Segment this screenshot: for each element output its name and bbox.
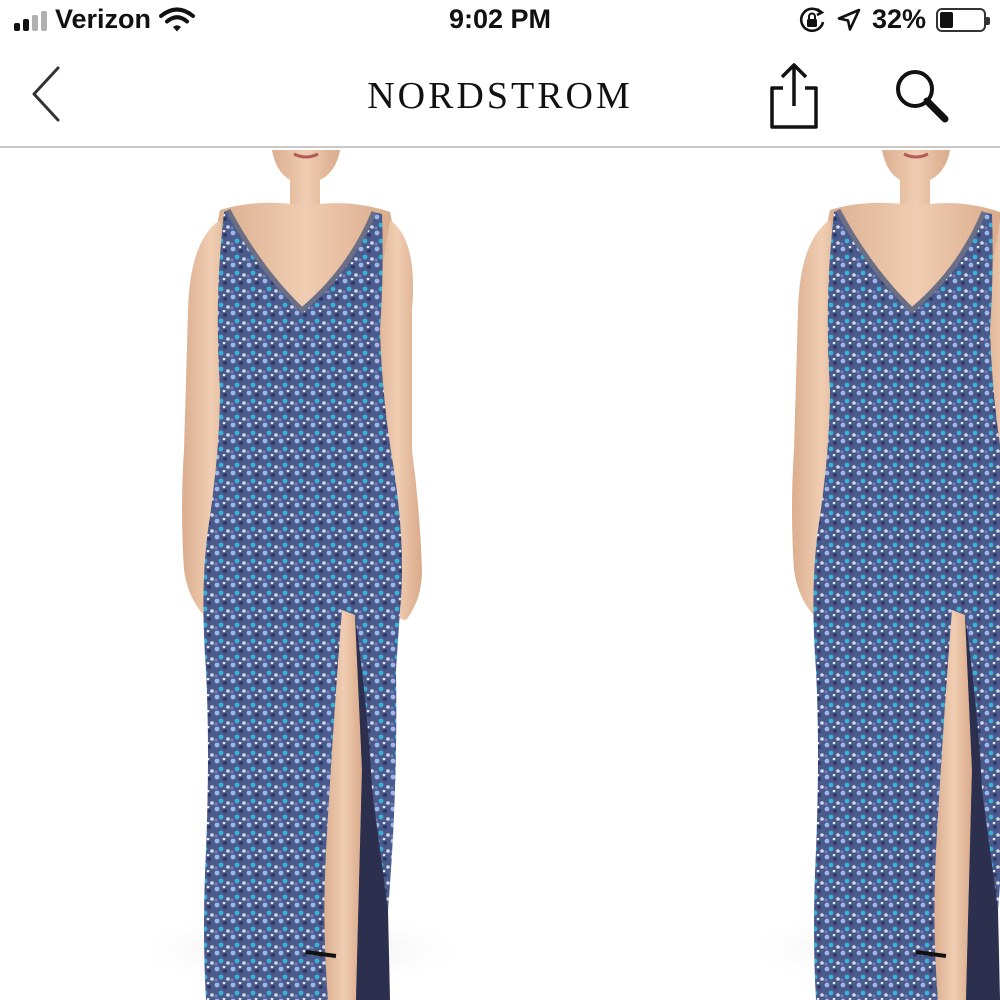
product-image-next[interactable]	[760, 150, 1000, 1000]
battery-fill	[940, 11, 953, 28]
status-right: 32%	[798, 4, 990, 35]
top-nav-bar: NORDSTROM	[0, 40, 1000, 148]
status-bar: Verizon 9:02 PM 32%	[0, 0, 1000, 40]
share-icon	[770, 63, 818, 129]
product-image-main[interactable]	[150, 150, 460, 1000]
product-image-gallery[interactable]	[0, 150, 1000, 1000]
orientation-lock-icon	[799, 7, 825, 32]
location-arrow-icon	[837, 8, 861, 31]
brand-logo: NORDSTROM	[367, 75, 633, 117]
battery-percent: 32%	[871, 4, 926, 34]
share-button[interactable]	[764, 60, 824, 132]
search-button[interactable]	[890, 64, 954, 128]
search-icon	[896, 70, 949, 123]
battery-icon	[936, 7, 990, 32]
